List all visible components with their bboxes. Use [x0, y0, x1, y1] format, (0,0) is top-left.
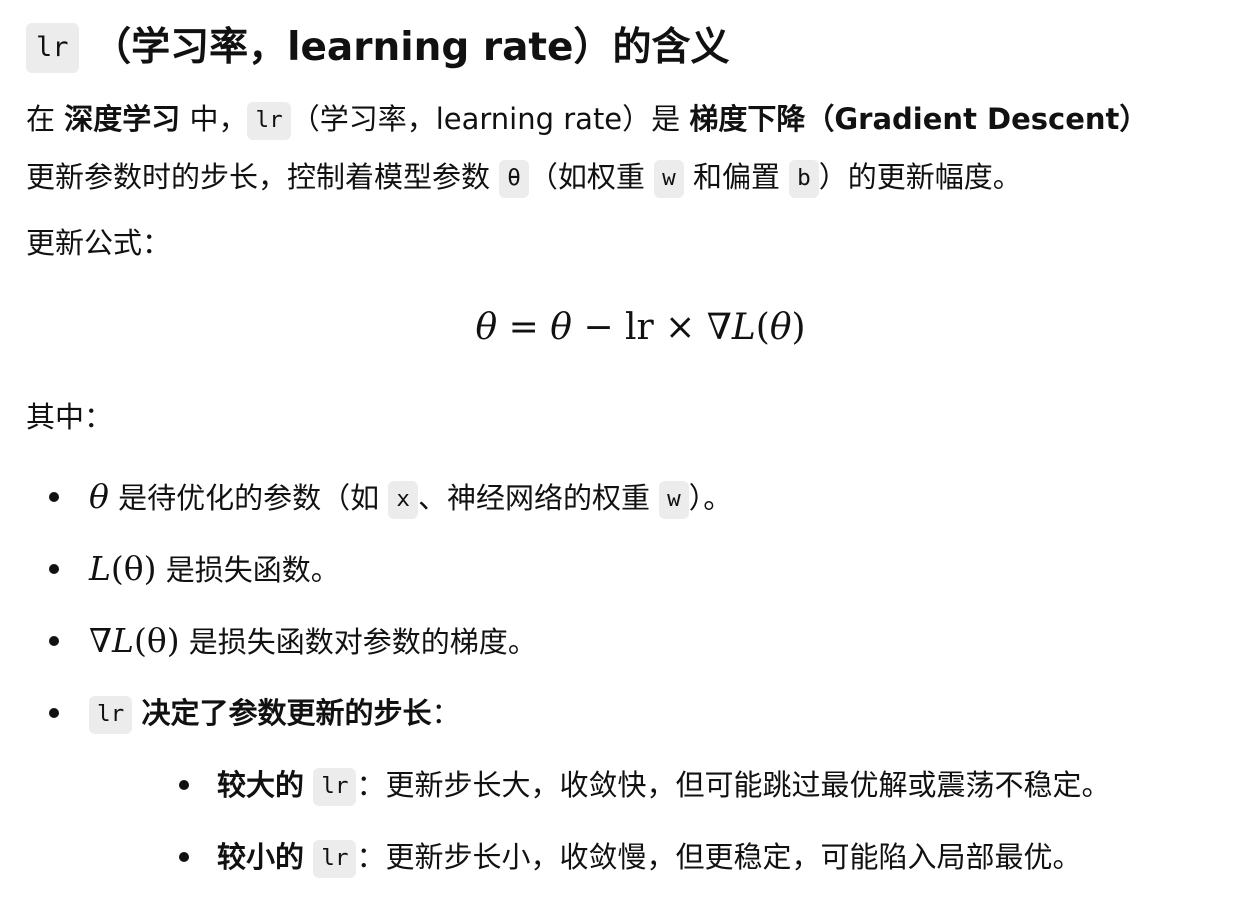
- definition-list: θ 是待优化的参数（如 x 、神经网络的权重 w）。 L(θ) 是损失函数。 ∇L…: [26, 469, 1229, 901]
- intro-bold-deep-learning: 深度学习: [64, 101, 181, 136]
- formula-equals: =: [497, 306, 551, 348]
- formula-lr: lr: [624, 306, 654, 348]
- code-w: w: [659, 481, 689, 520]
- formula-loss: L: [731, 306, 756, 348]
- formula-theta-arg: θ: [769, 306, 792, 348]
- formula-nabla: ∇: [706, 306, 732, 348]
- heading-text: （学习率，learning rate）的含义: [92, 25, 730, 70]
- update-formula: θ = θ − lr × ∇L(θ): [26, 303, 1229, 353]
- list-item-gradient-text: 是损失函数对参数的梯度。: [179, 624, 537, 659]
- math-loss-L: L: [89, 548, 111, 588]
- list-item-lr-bold: 决定了参数更新的步长: [141, 695, 432, 730]
- math-gradient-L: L: [112, 620, 134, 660]
- intro-code-theta: θ: [499, 160, 529, 199]
- list-item-theta-text-1: 是待优化的参数（如: [108, 480, 380, 515]
- formula-open-paren: (: [755, 306, 770, 348]
- document-page: lr （学习率，learning rate）的含义 在 深度学习 中， lr （学习…: [0, 0, 1255, 902]
- intro-text-7: ）的更新幅度。: [818, 159, 1022, 194]
- list-item-loss: L(θ) 是损失函数。: [26, 541, 1229, 613]
- math-loss-arg: (θ): [110, 548, 157, 588]
- intro-text-5: （如权重: [528, 159, 645, 194]
- lr-sublist: 较大的 lr ：更新步长大，收敛快，但可能跳过最优解或震荡不稳定。 较小的 lr：…: [89, 757, 1229, 901]
- sublist-item-small-code: lr: [313, 840, 357, 879]
- intro-text-3: （学习率，learning rate）是: [290, 101, 681, 136]
- list-item-gradient: ∇L(θ) 是损失函数对参数的梯度。: [26, 613, 1229, 685]
- formula-times: ×: [653, 306, 707, 348]
- intro-bold-gradient-descent: 梯度下降（Gradient Descent）: [689, 101, 1149, 136]
- intro-text-2: 中，: [189, 101, 248, 136]
- math-theta: θ: [89, 476, 109, 516]
- list-item-theta: θ 是待优化的参数（如 x 、神经网络的权重 w）。: [26, 469, 1229, 541]
- intro-code-w: w: [654, 160, 684, 199]
- intro-text-1: 在: [26, 101, 56, 136]
- where-label: 其中：: [26, 399, 114, 434]
- sublist-item-large-code: lr: [313, 768, 357, 807]
- list-item-theta-text-3: ）。: [688, 480, 733, 515]
- intro-code-lr: lr: [247, 102, 291, 141]
- section-heading: lr （学习率，learning rate）的含义: [26, 0, 1229, 76]
- sublist-item-small-lr: 较小的 lr ：更新步长小，收敛慢，但更稳定，可能陷入局部最优。: [89, 829, 1229, 901]
- formula-close-paren: ): [791, 306, 806, 348]
- sublist-item-large-bold: 较大的: [217, 767, 305, 802]
- intro-paragraph: 在 深度学习 中， lr （学习率，learning rate）是 梯度下降（Gra…: [26, 90, 1229, 206]
- sublist-item-small-bold: 较小的: [217, 839, 305, 874]
- formula-theta-rhs: θ: [550, 306, 572, 348]
- code-x: x: [388, 481, 418, 520]
- list-item-lr-colon: ：: [431, 695, 461, 730]
- intro-text-4: 更新参数时的步长，控制着模型参数: [26, 159, 491, 194]
- list-item-lr: lr 决定了参数更新的步长： 较大的 lr ：更新步长大，收敛快，但可能跳过最优解…: [26, 685, 1229, 901]
- list-item-loss-text: 是损失函数。: [156, 552, 340, 587]
- math-gradient-arg: (θ): [133, 620, 180, 660]
- sublist-item-large-text: ：更新步长大，收敛快，但可能跳过最优解或震荡不稳定。: [356, 767, 1111, 802]
- sublist-item-large-lr: 较大的 lr ：更新步长大，收敛快，但可能跳过最优解或震荡不稳定。: [89, 757, 1229, 829]
- formula-minus: −: [571, 306, 625, 348]
- formula-label: 更新公式：: [26, 225, 172, 260]
- intro-code-b: b: [789, 160, 819, 199]
- intro-text-6: 和偏置: [692, 159, 780, 194]
- math-nabla: ∇: [89, 620, 113, 660]
- list-item-theta-text-2: 、神经网络的权重: [417, 480, 650, 515]
- formula-theta-lhs: θ: [475, 306, 498, 348]
- heading-code-lr: lr: [26, 22, 79, 74]
- sublist-item-small-text: ：更新步长小，收敛慢，但更稳定，可能陷入局部最优。: [356, 839, 1082, 874]
- code-lr: lr: [89, 696, 133, 735]
